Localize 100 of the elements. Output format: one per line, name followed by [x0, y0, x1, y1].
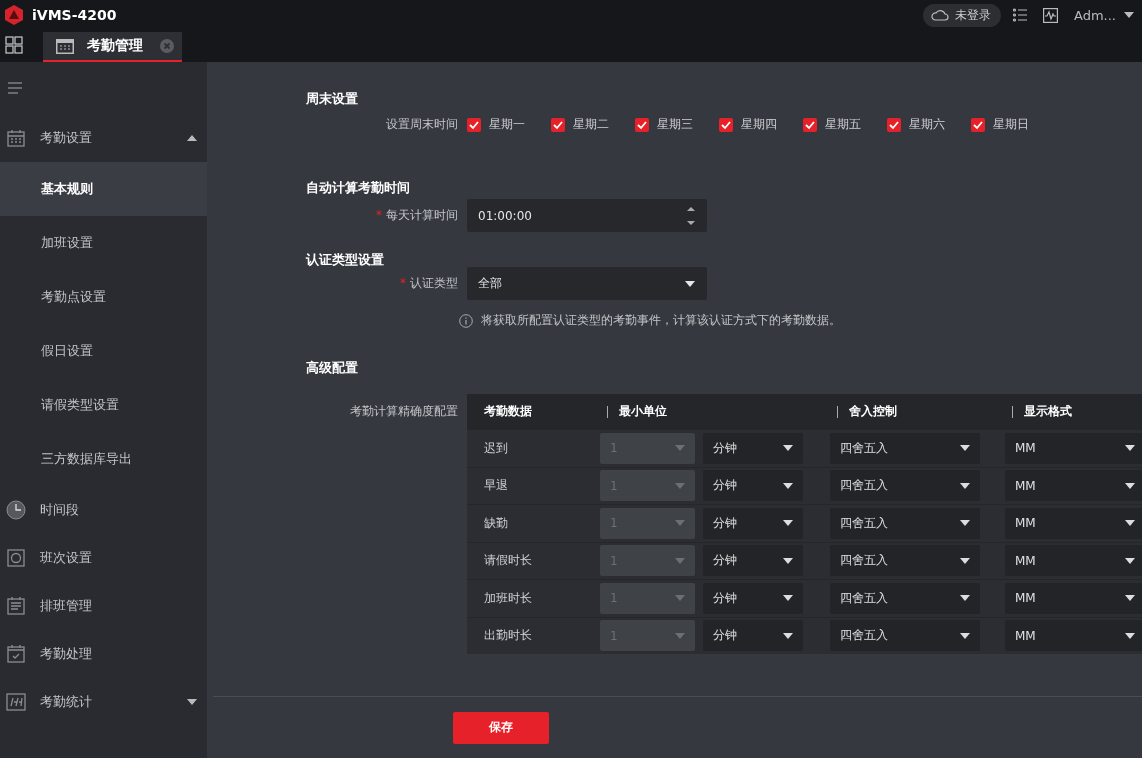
user-menu[interactable]: Adm...: [1074, 7, 1134, 23]
format-select[interactable]: MM: [1005, 620, 1142, 652]
caret-icon: [783, 520, 793, 527]
info-icon: [459, 313, 473, 328]
sidebar-item[interactable]: 考勤设置: [0, 114, 207, 162]
caret-icon: [675, 632, 685, 639]
unit-select[interactable]: 分钟: [703, 432, 803, 464]
caret-icon: [675, 595, 685, 602]
checkbox-label: 星期六: [909, 116, 945, 133]
clock-icon: [6, 500, 26, 520]
caret-icon: [675, 445, 685, 452]
caret-icon: [1125, 445, 1135, 452]
checkbox[interactable]: [803, 117, 817, 132]
checkbox[interactable]: [719, 117, 733, 132]
list-icon[interactable]: [1013, 8, 1027, 22]
save-button[interactable]: 保存: [453, 711, 549, 744]
grid-icon[interactable]: [5, 36, 23, 54]
caret-icon: [783, 632, 793, 639]
chart-icon: [6, 693, 26, 711]
column-header: 显示格式: [1024, 403, 1072, 420]
rounding-select[interactable]: 四舍五入: [830, 470, 980, 502]
format-select[interactable]: MM: [1005, 545, 1142, 577]
checkbox-label: 星期日: [993, 116, 1029, 133]
format-select[interactable]: MM: [1005, 582, 1142, 614]
unit-select[interactable]: 分钟: [703, 470, 803, 502]
caret-icon: [1125, 520, 1135, 527]
sidebar-subitem[interactable]: 基本规则: [0, 162, 207, 216]
section-heading: 周末设置: [306, 90, 359, 108]
sidebar-item[interactable]: 班次设置: [0, 534, 207, 582]
checkbox-label: 星期一: [489, 116, 525, 133]
table-cell-text: 早退: [483, 477, 509, 495]
sidebar-item[interactable]: 考勤统计: [0, 678, 207, 726]
caret-icon: [1125, 595, 1135, 602]
unit-select[interactable]: 分钟: [703, 582, 803, 614]
sidebar-subitem[interactable]: 假日设置: [0, 324, 207, 378]
rounding-select[interactable]: 四舍五入: [830, 545, 980, 577]
spinner-icon[interactable]: [687, 205, 695, 226]
rounding-select[interactable]: 四舍五入: [830, 582, 980, 614]
checkbox[interactable]: [887, 117, 901, 132]
info-text: 将获取所配置认证类型的考勤事件，计算该认证方式下的考勤数据。: [481, 312, 841, 329]
checkbox[interactable]: [635, 117, 649, 132]
caret-icon: [675, 482, 685, 489]
logo-icon: [4, 5, 24, 25]
checklist-icon: [7, 645, 25, 663]
field-label: * 认证类型: [399, 275, 458, 292]
rounding-select[interactable]: 四舍五入: [830, 507, 980, 539]
unit-select[interactable]: 分钟: [703, 545, 803, 577]
format-select[interactable]: MM: [1005, 432, 1142, 464]
monitor-icon[interactable]: [1043, 7, 1058, 23]
caret-icon: [960, 632, 970, 639]
schedule-icon: [7, 597, 25, 615]
caret-icon: [960, 445, 970, 452]
sidebar-subitem[interactable]: 考勤点设置: [0, 270, 207, 324]
caret-icon: [960, 557, 970, 564]
sidebar-subitem[interactable]: 加班设置: [0, 216, 207, 270]
auth-type-select[interactable]: 全部: [467, 267, 707, 300]
caret-icon: [187, 699, 197, 705]
unit-select[interactable]: 分钟: [703, 620, 803, 652]
caret-icon: [960, 595, 970, 602]
sidebar-item[interactable]: 时间段: [0, 486, 207, 534]
app-title: iVMS-4200: [32, 7, 117, 23]
caret-icon: [675, 520, 685, 527]
checkbox-label: 星期三: [657, 116, 693, 133]
table-cell-text: 请假时长: [483, 552, 533, 570]
caret-icon: [685, 280, 695, 287]
checkbox[interactable]: [467, 117, 481, 132]
caret-icon: [960, 520, 970, 527]
format-select[interactable]: MM: [1005, 470, 1142, 502]
module-tab[interactable]: 考勤管理: [43, 32, 182, 62]
rounding-select[interactable]: 四舍五入: [830, 620, 980, 652]
sidebar-subitem[interactable]: 请假类型设置: [0, 378, 207, 432]
sidebar-subitem[interactable]: 三方数据库导出: [0, 432, 207, 486]
sidebar-item[interactable]: 排班管理: [0, 582, 207, 630]
format-select[interactable]: MM: [1005, 507, 1142, 539]
unit-select[interactable]: 分钟: [703, 507, 803, 539]
checkbox-label: 星期二: [573, 116, 609, 133]
sidebar-item[interactable]: 考勤处理: [0, 630, 207, 678]
table-cell-text: 迟到: [483, 439, 509, 457]
section-heading: 高级配置: [306, 359, 359, 377]
checkbox[interactable]: [971, 117, 985, 132]
rounding-select[interactable]: 四舍五入: [830, 432, 980, 464]
caret-icon: [187, 135, 197, 141]
shift-icon: [7, 549, 25, 567]
calendar-icon: [55, 37, 75, 55]
caret-icon: [783, 557, 793, 564]
table-cell-text: 加班时长: [483, 589, 533, 607]
column-header: 舍入控制: [849, 403, 897, 420]
checkbox[interactable]: [551, 117, 565, 132]
field-label: * 每天计算时间: [375, 207, 458, 224]
time-field[interactable]: 01:00:00: [467, 199, 707, 232]
caret-icon: [1125, 557, 1135, 564]
menu-icon[interactable]: [8, 82, 22, 94]
column-header: 考勤数据: [484, 403, 532, 420]
caret-icon: [783, 595, 793, 602]
column-header: 最小单位: [619, 403, 667, 420]
caret-icon: [1125, 482, 1135, 489]
cloud-status-button[interactable]: 未登录: [923, 3, 1001, 27]
dropdown-caret-icon: [1124, 12, 1134, 18]
checkbox-label: 星期五: [825, 116, 861, 133]
cloud-icon: [931, 9, 949, 21]
